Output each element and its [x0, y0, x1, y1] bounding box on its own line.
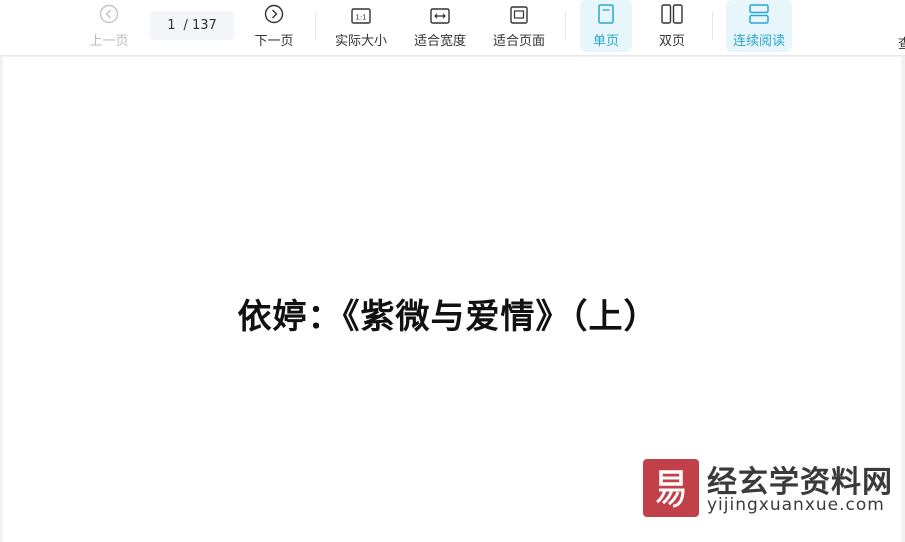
watermark-site-url: yijingxuanxue.com	[707, 495, 885, 515]
chevron-right-circle-icon	[264, 0, 284, 26]
toolbar-divider	[712, 12, 713, 40]
single-page-icon	[598, 0, 614, 26]
next-page-label: 下一页	[254, 34, 294, 49]
actual-size-glyph: 1:1	[355, 14, 366, 22]
double-page-label: 双页	[658, 34, 685, 49]
continuous-read-label: 连续阅读	[732, 34, 785, 49]
toolbar: 上一页 1 / 137 下一页 1:1 实际大小 适合宽度 适合页面 单页 双页…	[0, 0, 905, 56]
current-page-number[interactable]: 1	[167, 18, 175, 33]
continuous-read-icon	[749, 0, 769, 26]
toolbar-overflow-item[interactable]: 查	[898, 33, 905, 52]
fit-page-icon	[510, 0, 528, 26]
prev-page-button[interactable]: 上一页	[84, 0, 134, 52]
actual-size-label: 实际大小	[334, 34, 387, 49]
fit-width-button[interactable]: 适合宽度	[409, 0, 471, 52]
total-pages: / 137	[183, 18, 217, 33]
fit-width-icon	[430, 0, 450, 26]
chevron-left-circle-icon	[99, 0, 119, 26]
toolbar-divider	[565, 12, 566, 40]
prev-page-label: 上一页	[89, 34, 129, 49]
double-page-icon	[661, 0, 683, 26]
fit-page-button[interactable]: 适合页面	[488, 0, 550, 52]
watermark: 经玄学资料网 yijingxuanxue.com	[639, 457, 892, 522]
viewer-edge	[901, 57, 905, 542]
single-page-label: 单页	[592, 34, 619, 49]
watermark-logo	[643, 459, 699, 517]
fit-page-label: 适合页面	[492, 34, 545, 49]
double-page-button[interactable]: 双页	[646, 0, 698, 52]
continuous-read-button[interactable]: 连续阅读	[726, 0, 792, 52]
single-page-button[interactable]: 单页	[580, 0, 632, 52]
next-page-button[interactable]: 下一页	[249, 0, 299, 52]
fit-width-label: 适合宽度	[413, 34, 466, 49]
page-indicator[interactable]: 1 / 137	[150, 11, 234, 40]
actual-size-button[interactable]: 1:1 实际大小	[330, 0, 392, 52]
toolbar-divider	[315, 12, 316, 40]
actual-size-icon: 1:1	[351, 0, 371, 26]
document-page: 依婷：《紫微与爱情》（上） 经玄学资料网 yijingxuanxue.com	[3, 57, 901, 542]
document-title: 依婷：《紫微与爱情》（上）	[237, 297, 659, 337]
